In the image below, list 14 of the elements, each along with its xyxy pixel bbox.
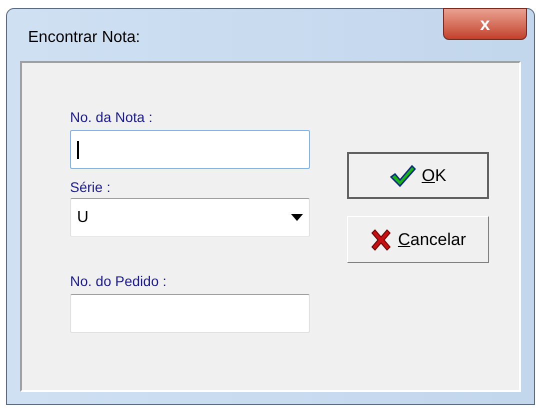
field-label: No. da Nota : xyxy=(70,109,154,126)
dropdown-arrow-icon xyxy=(291,214,303,221)
check-icon xyxy=(390,164,416,186)
text-caret xyxy=(77,140,79,158)
dropdown-value: U xyxy=(77,208,89,228)
window-title: Encontrar Nota: xyxy=(28,28,140,48)
ok-button[interactable]: OK xyxy=(347,152,489,199)
field-label: Série : xyxy=(70,179,112,196)
text-field[interactable] xyxy=(70,130,310,169)
cancel-button[interactable]: Cancelar xyxy=(347,216,489,263)
text-field[interactable] xyxy=(70,294,310,333)
field-label: No. do Pedido : xyxy=(70,273,168,290)
series-dropdown[interactable]: U xyxy=(70,198,310,237)
cross-icon xyxy=(370,228,392,250)
